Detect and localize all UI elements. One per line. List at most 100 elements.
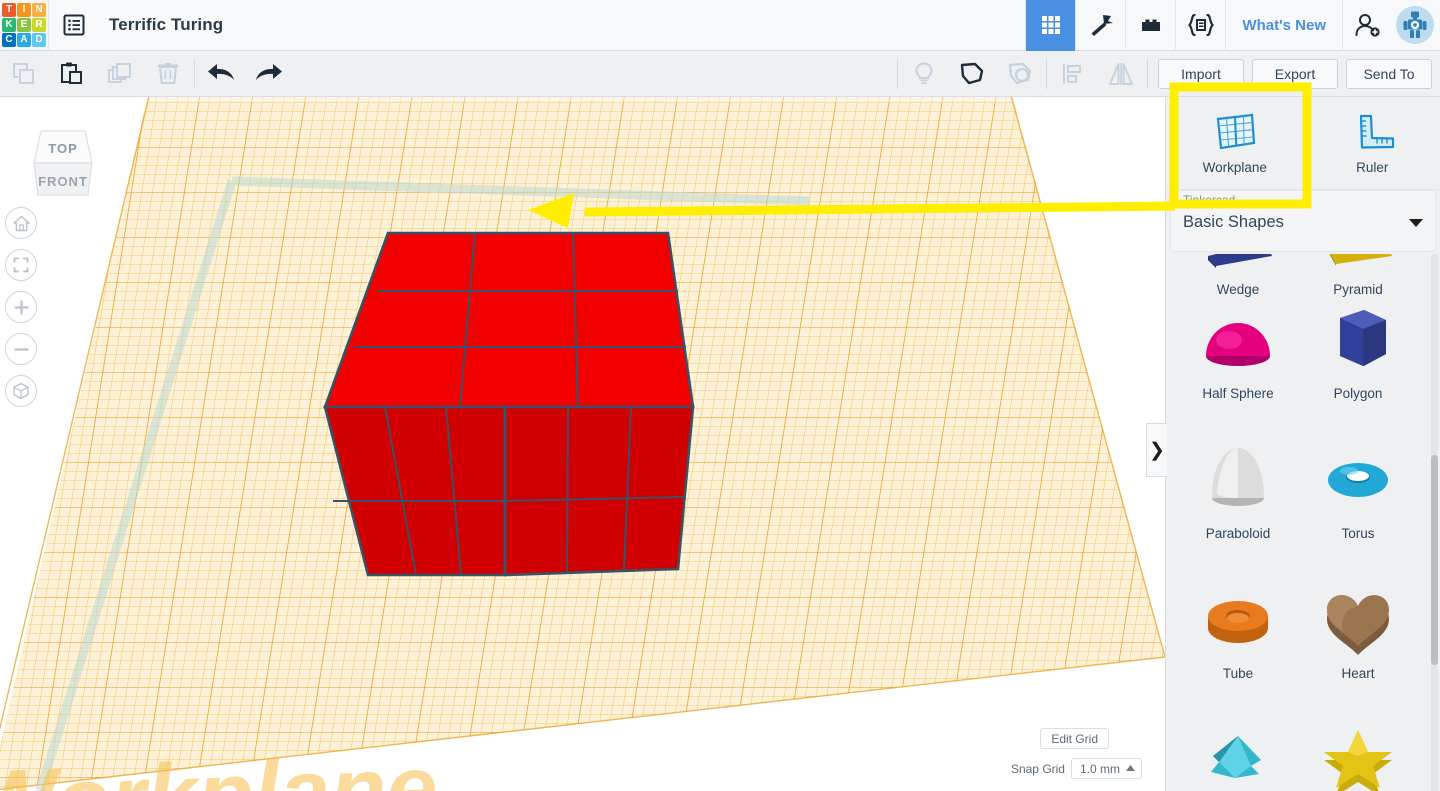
star-shape-partial-icon bbox=[1313, 716, 1403, 791]
zoom-in-icon bbox=[14, 300, 28, 314]
logo-letter-t: T bbox=[2, 2, 16, 17]
ungroup-button[interactable] bbox=[996, 51, 1044, 97]
copy-button[interactable] bbox=[0, 51, 48, 97]
snap-grid-select[interactable]: 1.0 mm bbox=[1070, 758, 1142, 779]
logo-letter-n: N bbox=[32, 2, 46, 17]
redo-arrow-icon bbox=[256, 63, 282, 80]
toolbar-divider bbox=[194, 58, 195, 89]
wedge-shape-icon bbox=[1196, 254, 1280, 276]
shape-label: Pyramid bbox=[1333, 282, 1383, 297]
copy-icon bbox=[13, 62, 34, 84]
mirror-button[interactable] bbox=[1097, 51, 1145, 97]
panel-scrollbar-thumb[interactable] bbox=[1431, 455, 1438, 665]
delete-button[interactable] bbox=[144, 51, 192, 97]
import-button[interactable]: Import bbox=[1158, 58, 1244, 89]
export-button[interactable]: Export bbox=[1252, 58, 1338, 89]
shapes-grid: Wedge Pyramid Half Sphere Polygon Parabo… bbox=[1166, 254, 1440, 791]
delete-trash-icon bbox=[158, 62, 178, 84]
tinkercad-app: TINKERCAD Terrific Turing What's New Imp… bbox=[0, 0, 1440, 791]
align-button[interactable] bbox=[1049, 51, 1097, 97]
toolbar-right-group: Import Export Send To bbox=[895, 51, 1440, 97]
view-cube-icon: TOP FRONT bbox=[33, 130, 93, 196]
home-view-icon bbox=[12, 215, 30, 231]
nav-build-button[interactable] bbox=[1075, 0, 1125, 51]
shape-label: Paraboloid bbox=[1205, 526, 1271, 541]
zoom-in-button[interactable] bbox=[5, 291, 37, 323]
workplane-tool[interactable]: Workplane bbox=[1166, 97, 1304, 189]
home-view-button[interactable] bbox=[5, 207, 37, 239]
shape-item-heart[interactable]: Heart bbox=[1298, 576, 1418, 681]
fit-to-view-icon bbox=[13, 257, 29, 273]
edit-grid-button[interactable]: Edit Grid bbox=[1040, 728, 1109, 749]
toolbar-divider bbox=[1147, 58, 1148, 89]
header-right-group: What's New bbox=[1025, 0, 1440, 51]
logo-letter-d: D bbox=[32, 33, 46, 48]
logo-letter-i: I bbox=[17, 2, 31, 17]
paraboloid-shape-icon bbox=[1193, 436, 1283, 520]
duplicate-button[interactable] bbox=[96, 51, 144, 97]
nav-gallery-button[interactable] bbox=[1025, 0, 1076, 51]
orthographic-perspective-icon bbox=[13, 382, 29, 400]
pyramid-shape-icon bbox=[1316, 254, 1400, 276]
lightbulb-hint-icon bbox=[915, 61, 933, 84]
logo-letter-k: K bbox=[2, 17, 16, 33]
shape-item-polygon[interactable]: Polygon bbox=[1298, 296, 1418, 401]
shape-item-pyramid[interactable]: Pyramid bbox=[1298, 254, 1418, 297]
ruler-icon bbox=[1360, 114, 1395, 149]
workplane-tool-label: Workplane bbox=[1202, 160, 1267, 175]
panel-collapse-toggle[interactable]: ❯ bbox=[1146, 423, 1167, 477]
ruler-tool-label: Ruler bbox=[1356, 160, 1389, 175]
project-title[interactable]: Terrific Turing bbox=[109, 15, 223, 35]
view-orientation-cube[interactable]: TOP FRONT bbox=[22, 119, 104, 201]
workplane-ruler-tools: Workplane Ruler bbox=[1166, 97, 1440, 190]
group-button[interactable] bbox=[948, 51, 996, 97]
red-cube[interactable] bbox=[323, 231, 695, 577]
shape-label: Heart bbox=[1341, 666, 1375, 681]
projection-toggle-button[interactable] bbox=[5, 375, 37, 407]
shape-label: Torus bbox=[1341, 526, 1375, 541]
nav-codeblocks-button[interactable] bbox=[1175, 0, 1225, 51]
library-name: Tinkercad bbox=[1183, 193, 1236, 207]
whats-new-link[interactable]: What's New bbox=[1225, 0, 1342, 51]
tube-shape-icon bbox=[1193, 576, 1283, 660]
group-shapes-icon bbox=[960, 62, 984, 84]
tinkercad-logo[interactable]: TIN KER CAD bbox=[0, 0, 48, 51]
shapes-side-panel: ❯ Workplane Ruler Tinkercad Basic Shapes… bbox=[1146, 97, 1440, 791]
ungroup-shapes-icon bbox=[1008, 62, 1032, 84]
svg-text:FRONT: FRONT bbox=[38, 174, 88, 189]
edit-toolbar: Import Export Send To bbox=[0, 51, 1440, 97]
shape-label: Tube bbox=[1222, 666, 1254, 681]
paste-button[interactable] bbox=[48, 51, 96, 97]
duplicate-icon bbox=[108, 62, 131, 83]
shape-item-wedge[interactable]: Wedge bbox=[1178, 254, 1298, 297]
hint-button[interactable] bbox=[900, 51, 948, 97]
ruler-tool[interactable]: Ruler bbox=[1304, 97, 1440, 189]
shape-item-half-sphere[interactable]: Half Sphere bbox=[1178, 296, 1298, 401]
shape-item-tube[interactable]: Tube bbox=[1178, 576, 1298, 681]
snap-grid-control: Snap Grid 1.0 mm bbox=[1011, 758, 1142, 779]
zoom-out-button[interactable] bbox=[5, 333, 37, 365]
shape-item-torus[interactable]: Torus bbox=[1298, 436, 1418, 541]
shape-item-paraboloid[interactable]: Paraboloid bbox=[1178, 436, 1298, 541]
paste-icon bbox=[61, 62, 82, 84]
logo-letter-a: A bbox=[17, 33, 31, 48]
document-list-icon bbox=[63, 14, 85, 36]
shapes-category-dropdown[interactable]: Basic Shapes bbox=[1183, 213, 1423, 232]
3d-viewport[interactable]: Workplane bbox=[0, 97, 1165, 791]
zoom-out-icon bbox=[14, 347, 28, 351]
avatar[interactable] bbox=[1396, 6, 1434, 44]
nav-blocks-button[interactable] bbox=[1125, 0, 1175, 51]
undo-button[interactable] bbox=[197, 51, 245, 97]
undo-arrow-icon bbox=[208, 63, 234, 80]
shape-item-partial-star[interactable] bbox=[1298, 716, 1418, 791]
shape-item-partial-cone[interactable] bbox=[1178, 716, 1298, 791]
logo-letter-c: C bbox=[2, 33, 16, 48]
invite-people-button[interactable] bbox=[1342, 0, 1392, 51]
send-to-button[interactable]: Send To bbox=[1346, 58, 1432, 89]
document-list-button[interactable] bbox=[49, 0, 99, 51]
polygon-shape-icon bbox=[1313, 296, 1403, 380]
chevron-up-icon bbox=[1126, 765, 1135, 771]
fit-view-button[interactable] bbox=[5, 249, 37, 281]
redo-button[interactable] bbox=[245, 51, 293, 97]
mirror-flip-icon bbox=[1109, 62, 1133, 85]
